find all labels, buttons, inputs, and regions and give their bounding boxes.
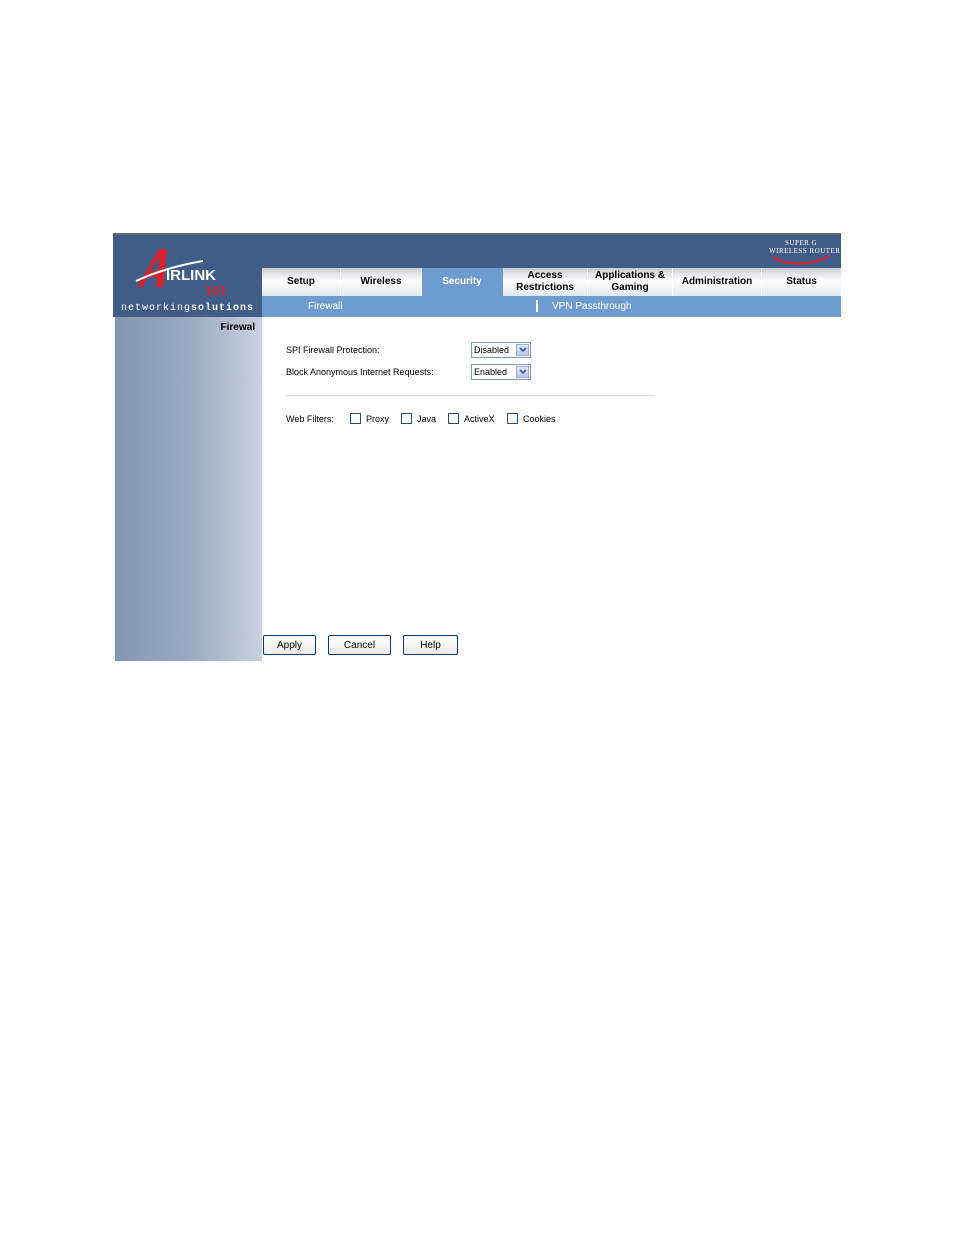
badge-swoosh-icon (772, 255, 830, 265)
product-badge: SUPER G WIRELESS ROUTER (769, 238, 840, 266)
java-label: Java (417, 414, 437, 424)
spi-firewall-value: Disabled (474, 345, 510, 355)
tab-wireless[interactable]: Wireless (341, 268, 422, 296)
apply-button[interactable]: Apply (263, 635, 316, 655)
header: IRLINK 101 networkingsolutions SUPER G W… (113, 233, 841, 317)
tagline-bold: solutions (191, 303, 255, 314)
top-bar: SUPER G WIRELESS ROUTER (262, 233, 841, 268)
subtab-vpn-passthrough[interactable]: VPN Passthrough (552, 301, 632, 312)
logo-number: 101 (205, 283, 227, 298)
logo-area: IRLINK 101 networkingsolutions (113, 233, 262, 317)
web-filters-label: Web Filters: (286, 414, 334, 424)
chevron-down-icon (516, 344, 529, 356)
subnav-separator (536, 300, 538, 312)
proxy-checkbox[interactable] (350, 413, 361, 424)
sub-navigation: Firewall VPN Passthrough (262, 296, 841, 317)
main-tabs: Setup Wireless Security Access Restricti… (262, 268, 841, 296)
spi-firewall-select[interactable]: Disabled (471, 342, 531, 358)
airlink-logo: IRLINK 101 (135, 249, 227, 298)
tab-administration[interactable]: Administration (673, 268, 762, 296)
tagline: networkingsolutions (113, 303, 262, 314)
activex-label: ActiveX (464, 414, 495, 424)
cookies-label: Cookies (523, 414, 556, 424)
tab-status[interactable]: Status (762, 268, 841, 296)
tab-setup[interactable]: Setup (262, 268, 341, 296)
tab-applications-gaming[interactable]: Applications & Gaming (588, 268, 673, 296)
sidebar: Firewal (115, 317, 262, 661)
cookies-checkbox[interactable] (507, 413, 518, 424)
tagline-light: networking (120, 303, 191, 314)
activex-checkbox[interactable] (448, 413, 459, 424)
logo-wordmark: IRLINK (166, 267, 216, 284)
router-admin-window: IRLINK 101 networkingsolutions SUPER G W… (113, 233, 841, 661)
spi-firewall-label: SPI Firewall Protection: (286, 345, 380, 355)
section-title: Firewal (220, 322, 255, 333)
block-anonymous-value: Enabled (474, 367, 508, 377)
chevron-down-icon (516, 366, 529, 378)
subtab-firewall[interactable]: Firewall (308, 301, 342, 312)
cancel-button[interactable]: Cancel (328, 635, 391, 655)
help-button[interactable]: Help (403, 635, 458, 655)
block-anonymous-select[interactable]: Enabled (471, 364, 531, 380)
tab-access-restrictions[interactable]: Access Restrictions (503, 268, 588, 296)
proxy-label: Proxy (366, 414, 390, 424)
block-anonymous-label: Block Anonymous Internet Requests: (286, 367, 434, 377)
tab-security[interactable]: Security (422, 268, 503, 296)
divider (286, 395, 654, 396)
badge-line1: SUPER G (785, 239, 818, 247)
content-panel: SPI Firewall Protection: Disabled Block … (262, 317, 841, 661)
java-checkbox[interactable] (401, 413, 412, 424)
